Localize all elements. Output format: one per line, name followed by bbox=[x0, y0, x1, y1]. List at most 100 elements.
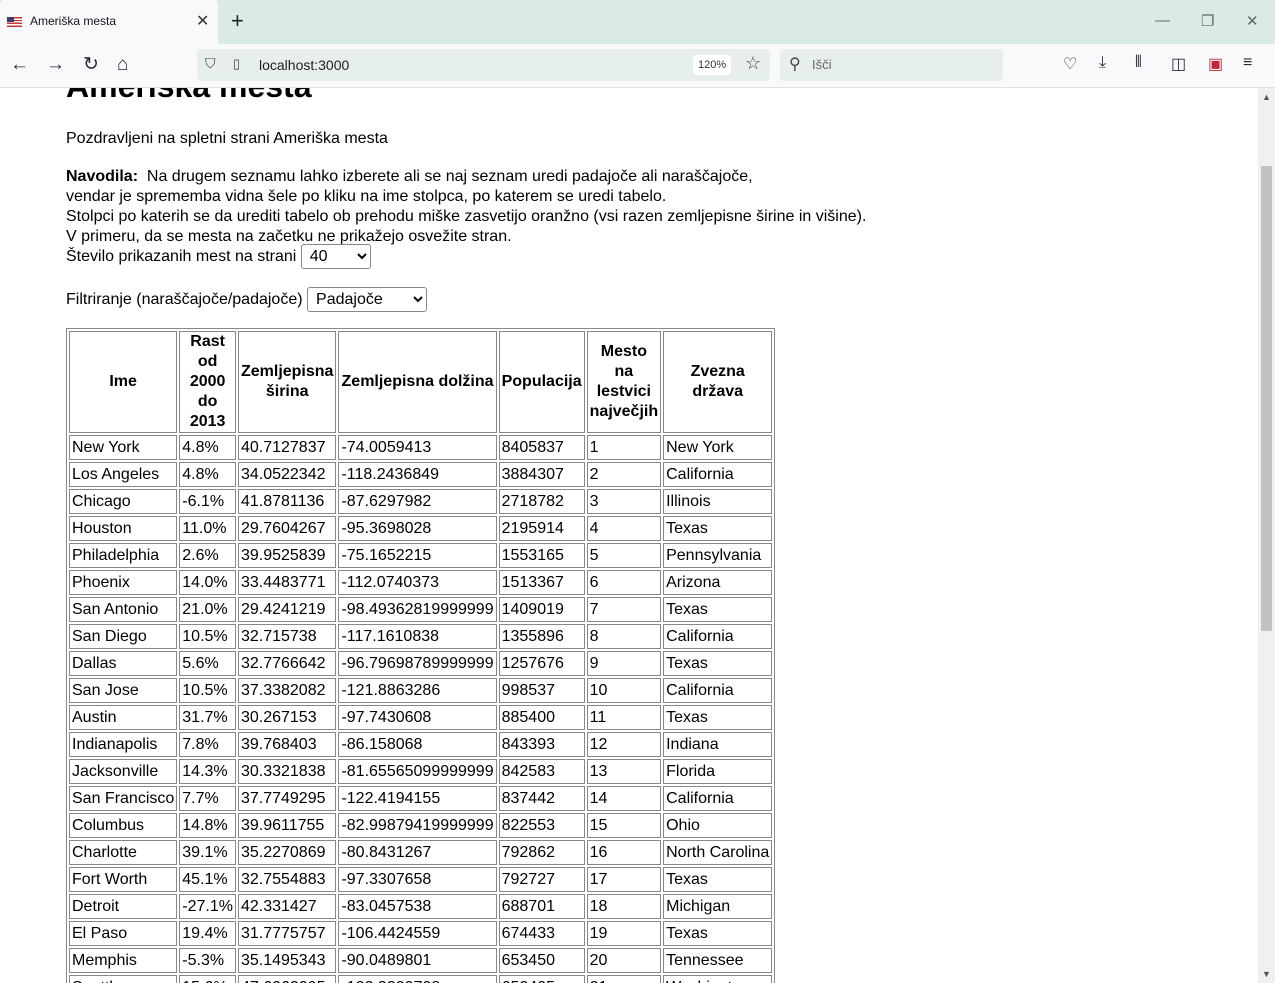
cell-longitude: -95.3698028 bbox=[338, 516, 497, 541]
url-bar[interactable]: ⛉ ▯ localhost:3000 120% ☆ bbox=[197, 49, 770, 81]
cell-rank: 2 bbox=[586, 462, 662, 487]
cell-state: Indiana bbox=[663, 732, 773, 757]
header-latitude: Zemljepisna širina bbox=[237, 331, 337, 433]
cell-state: Pennsylvania bbox=[663, 543, 773, 568]
cell-growth: 15.6% bbox=[179, 975, 236, 983]
cell-state: California bbox=[663, 624, 773, 649]
cell-population: 1553165 bbox=[498, 543, 585, 568]
pocket-icon[interactable]: ♡ bbox=[1063, 54, 1077, 74]
cell-longitude: -121.8863286 bbox=[338, 678, 497, 703]
table-row: New York 4.8% 40.7127837 -74.0059413 8405837… bbox=[69, 435, 773, 460]
cell-growth: 21.0% bbox=[179, 597, 236, 622]
table-row: Austin 31.7% 30.267153 -97.7430608 885400 11 T… bbox=[69, 705, 773, 730]
cell-name: Memphis bbox=[69, 948, 178, 973]
cell-population: 792727 bbox=[498, 867, 585, 892]
table-row: San Francisco 7.7% 37.7749295 -122.4194155 8… bbox=[69, 786, 773, 811]
sidebar-icon[interactable]: ◫ bbox=[1171, 54, 1186, 74]
close-tab-icon[interactable]: ✕ bbox=[196, 11, 209, 31]
cell-growth: 7.7% bbox=[179, 786, 236, 811]
search-placeholder[interactable]: Išči bbox=[812, 57, 832, 72]
restore-icon[interactable]: ❐ bbox=[1201, 12, 1214, 30]
cell-latitude: 32.715738 bbox=[237, 624, 337, 649]
sort-select[interactable]: Padajoče bbox=[307, 287, 428, 312]
table-row: Dallas 5.6% 32.7766642 -96.79698789999999 12… bbox=[69, 651, 773, 676]
table-row: Jacksonville 14.3% 30.3321838 -81.655650999… bbox=[69, 759, 773, 784]
scrollbar-thumb[interactable] bbox=[1261, 166, 1272, 631]
forward-icon[interactable]: → bbox=[46, 53, 65, 77]
library-icon[interactable]: ⫴ bbox=[1135, 54, 1142, 72]
cell-population: 8405837 bbox=[498, 435, 585, 460]
minimize-icon[interactable]: — bbox=[1155, 12, 1170, 29]
cell-name: Columbus bbox=[69, 813, 178, 838]
cell-name: San Antonio bbox=[69, 597, 178, 622]
table-row: El Paso 19.4% 31.7775757 -106.4424559 674433… bbox=[69, 921, 773, 946]
header-state[interactable]: Zvezna država bbox=[663, 331, 773, 433]
cell-latitude: 41.8781136 bbox=[237, 489, 337, 514]
scroll-down-icon[interactable]: ▼ bbox=[1262, 969, 1271, 979]
new-tab-button[interactable]: + bbox=[231, 9, 244, 33]
cell-state: Ohio bbox=[663, 813, 773, 838]
reload-icon[interactable]: ↻ bbox=[83, 53, 99, 77]
cell-rank: 10 bbox=[586, 678, 662, 703]
cell-rank: 20 bbox=[586, 948, 662, 973]
header-population[interactable]: Populacija bbox=[498, 331, 585, 433]
cell-latitude: 39.9611755 bbox=[237, 813, 337, 838]
cell-latitude: 31.7775757 bbox=[237, 921, 337, 946]
cell-rank: 7 bbox=[586, 597, 662, 622]
instruction-line: vendar je sprememba vidna šele po kliku … bbox=[66, 188, 667, 205]
home-icon[interactable]: ⌂ bbox=[117, 53, 128, 77]
search-bar[interactable]: ⚲ Išči bbox=[780, 49, 1003, 81]
cell-state: North Carolina bbox=[663, 840, 773, 865]
cell-state: Tennessee bbox=[663, 948, 773, 973]
table-row: Memphis -5.3% 35.1495343 -90.0489801 653450 2… bbox=[69, 948, 773, 973]
cell-name: San Diego bbox=[69, 624, 178, 649]
shield-icon[interactable]: ⛉ bbox=[205, 55, 216, 72]
header-rank[interactable]: Mesto na lestvici največjih bbox=[586, 331, 662, 433]
search-icon: ⚲ bbox=[789, 56, 801, 73]
close-window-icon[interactable]: ✕ bbox=[1246, 12, 1259, 30]
cell-rank: 1 bbox=[586, 435, 662, 460]
count-select[interactable]: 40 bbox=[300, 244, 371, 269]
bookmark-star-icon[interactable]: ☆ bbox=[745, 53, 761, 74]
instruction-line: Stolpci po katerih se da urediti tabelo … bbox=[66, 208, 867, 225]
page-content: Ameriška mesta Pozdravljeni na spletni s… bbox=[66, 88, 866, 983]
extension-icon[interactable]: ▣ bbox=[1208, 54, 1223, 74]
zoom-badge[interactable]: 120% bbox=[693, 55, 732, 75]
cell-rank: 13 bbox=[586, 759, 662, 784]
cell-growth: -27.1% bbox=[179, 894, 236, 919]
cell-growth: 10.5% bbox=[179, 678, 236, 703]
cell-growth: -5.3% bbox=[179, 948, 236, 973]
cell-name: Chicago bbox=[69, 489, 178, 514]
cell-name: New York bbox=[69, 435, 178, 460]
cell-longitude: -83.0457538 bbox=[338, 894, 497, 919]
cell-longitude: -98.49362819999999 bbox=[338, 597, 497, 622]
cell-state: California bbox=[663, 462, 773, 487]
browser-tab[interactable]: Ameriška mesta ✕ bbox=[0, 0, 218, 44]
back-icon[interactable]: ← bbox=[10, 53, 29, 77]
cell-name: Austin bbox=[69, 705, 178, 730]
cell-population: 842583 bbox=[498, 759, 585, 784]
cell-state: Texas bbox=[663, 867, 773, 892]
cities-table: Ime Rast od 2000 do 2013 Zemljepisna šir… bbox=[66, 328, 776, 983]
url-text[interactable]: localhost:3000 bbox=[259, 57, 349, 73]
table-row: Fort Worth 45.1% 32.7554883 -97.3307658 7927… bbox=[69, 867, 773, 892]
cell-rank: 14 bbox=[586, 786, 662, 811]
cell-growth: 14.8% bbox=[179, 813, 236, 838]
cell-state: Florida bbox=[663, 759, 773, 784]
downloads-icon[interactable]: ⤓ bbox=[1099, 54, 1106, 72]
table-row: Detroit -27.1% 42.331427 -83.0457538 688701 1… bbox=[69, 894, 773, 919]
count-row: Število prikazanih mest na strani 40 bbox=[66, 244, 371, 269]
menu-icon[interactable]: ≡ bbox=[1243, 54, 1252, 72]
page-viewport: Ameriška mesta Pozdravljeni na spletni s… bbox=[0, 88, 1258, 983]
header-name[interactable]: Ime bbox=[69, 331, 178, 433]
table-row: Phoenix 14.0% 33.4483771 -112.0740373 151336… bbox=[69, 570, 773, 595]
page-scrollbar[interactable]: ▲ ▼ bbox=[1258, 88, 1275, 983]
header-growth[interactable]: Rast od 2000 do 2013 bbox=[179, 331, 236, 433]
cell-latitude: 32.7766642 bbox=[237, 651, 337, 676]
cell-longitude: -118.2436849 bbox=[338, 462, 497, 487]
instructions-label: Navodila: bbox=[66, 168, 139, 185]
table-row: Charlotte 39.1% 35.2270869 -80.8431267 79286… bbox=[69, 840, 773, 865]
cell-growth: 7.8% bbox=[179, 732, 236, 757]
cell-name: Philadelphia bbox=[69, 543, 178, 568]
scroll-up-icon[interactable]: ▲ bbox=[1262, 92, 1271, 102]
